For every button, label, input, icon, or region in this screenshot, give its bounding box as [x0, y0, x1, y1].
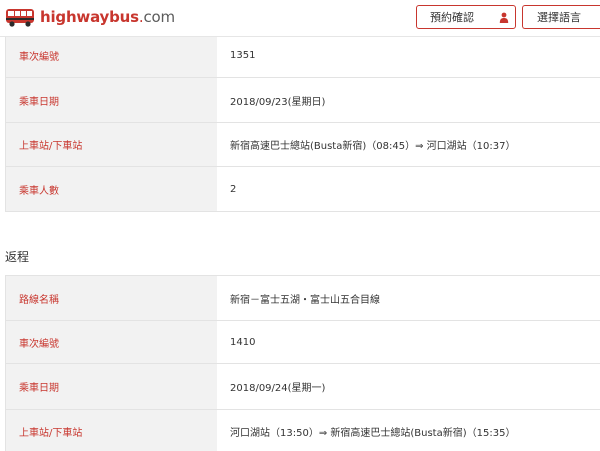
row-value: 1410 — [230, 336, 256, 348]
row-value: 河口湖站（13:50）⇒ 新宿高速巴士總站(Busta新宿)（15:35） — [230, 428, 516, 439]
booking-confirmation-button[interactable]: 預約確認 — [416, 5, 516, 29]
select-language-label: 選擇語言 — [537, 11, 581, 24]
row-value: 新宿－富士五湖・富士山五合目線 — [230, 294, 380, 306]
row-value: 2018/09/24(星期一) — [230, 383, 326, 394]
table-row: 乘車人數 2 — [5, 167, 600, 212]
outbound-trip-table: 車次編號 1351 乘車日期 2018/09/23(星期日) 上車站/下車站 新… — [5, 32, 600, 212]
row-label: 乘車日期 — [5, 78, 217, 122]
row-label: 上車站/下車站 — [5, 123, 217, 166]
table-row: 乘車日期 2018/09/24(星期一) — [5, 364, 600, 410]
user-icon — [499, 12, 509, 23]
table-row: 路線名稱 新宿－富士五湖・富士山五合目線 — [5, 276, 600, 321]
return-trip-table: 路線名稱 新宿－富士五湖・富士山五合目線 車次編號 1410 乘車日期 2018… — [5, 275, 600, 451]
brand-tld: com — [143, 8, 175, 26]
row-label: 車次編號 — [5, 321, 217, 363]
site-logo[interactable]: highwaybus.com — [5, 5, 175, 29]
table-row: 車次編號 1351 — [5, 33, 600, 78]
table-row: 乘車日期 2018/09/23(星期日) — [5, 78, 600, 123]
row-label: 乘車日期 — [5, 364, 217, 409]
brand-name: highwaybus.com — [40, 8, 175, 26]
row-value: 2018/09/23(星期日) — [230, 96, 326, 108]
return-section-title: 返程 — [5, 250, 30, 264]
row-label: 乘車人數 — [5, 167, 217, 211]
table-row: 上車站/下車站 河口湖站（13:50）⇒ 新宿高速巴士總站(Busta新宿)（1… — [5, 410, 600, 451]
table-row: 上車站/下車站 新宿高速巴士總站(Busta新宿)（08:45）⇒ 河口湖站（1… — [5, 123, 600, 167]
booking-confirmation-label: 預約確認 — [430, 11, 474, 24]
row-label: 上車站/下車站 — [5, 410, 217, 451]
row-label: 路線名稱 — [5, 276, 217, 320]
bus-icon — [6, 9, 34, 27]
row-value: 1351 — [230, 49, 256, 61]
select-language-button[interactable]: 選擇語言 — [522, 5, 600, 29]
row-value: 新宿高速巴士總站(Busta新宿)（08:45）⇒ 河口湖站（10:37） — [230, 141, 516, 152]
row-value: 2 — [230, 183, 237, 195]
row-label: 車次編號 — [5, 33, 217, 77]
brand-main: highwaybus — [40, 8, 139, 26]
page: highwaybus.com 預約確認 選擇語言 車次編號 1351 乘車日期 … — [0, 0, 600, 451]
table-row: 車次編號 1410 — [5, 321, 600, 364]
site-header: highwaybus.com 預約確認 選擇語言 — [0, 0, 600, 37]
